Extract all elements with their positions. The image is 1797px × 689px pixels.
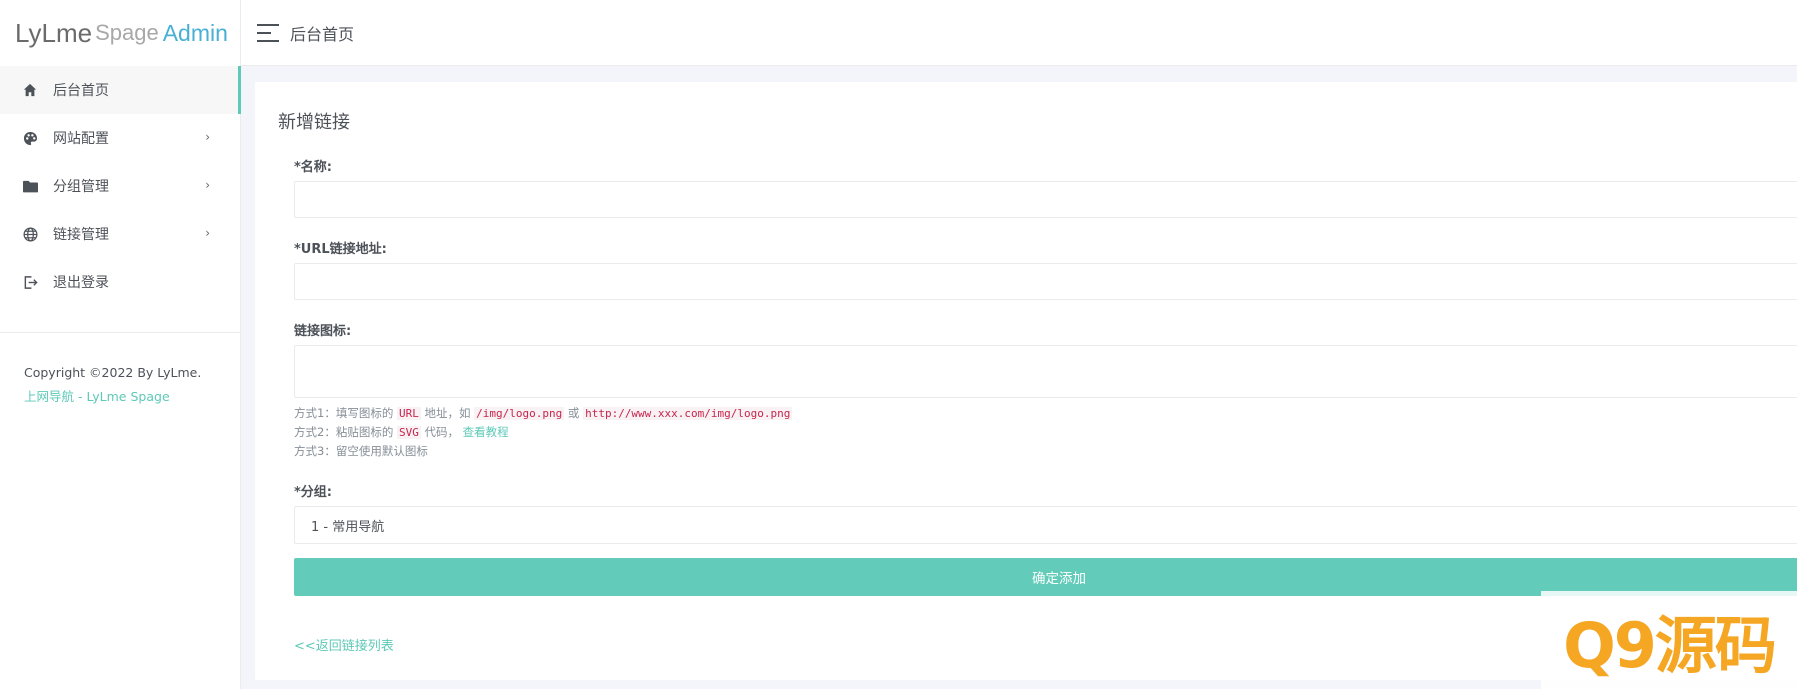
back-to-list-link[interactable]: <<返回链接列表 <box>294 639 394 654</box>
page-title: 后台首页 <box>290 24 355 44</box>
add-link-form: *名称: *URL链接地址: 链接图标: 方式1：填写图标的 URL 地址，如 … <box>294 156 1797 654</box>
icon-label: 链接图标: <box>294 324 352 339</box>
sidebar-item-label: 链接管理 <box>53 227 109 243</box>
globe-icon <box>22 226 38 242</box>
icon-group: 链接图标: 方式1：填写图标的 URL 地址，如 /img/logo.png 或… <box>294 320 1797 461</box>
logo-part3: Admin <box>162 19 228 46</box>
chevron-right-icon: › <box>205 130 210 144</box>
palette-icon <box>22 130 38 146</box>
copyright-text: Copyright ©2022 By LyLme. <box>24 365 202 380</box>
card-title: 新增链接 <box>278 112 350 133</box>
chevron-right-icon: › <box>205 226 210 240</box>
sidebar-item-group-manage[interactable]: 分组管理 › <box>0 162 240 210</box>
icon-textarea[interactable] <box>294 345 1797 398</box>
logout-icon <box>22 274 38 290</box>
sidebar-item-logout[interactable]: 退出登录 <box>0 258 240 306</box>
home-icon <box>22 82 38 98</box>
tutorial-link[interactable]: 查看教程 <box>463 425 509 439</box>
sidebar-divider <box>0 332 240 333</box>
sidebar-item-label: 网站配置 <box>53 131 109 147</box>
top-header: 后台首页 <box>241 0 1797 66</box>
name-group: *名称: <box>294 156 1797 218</box>
sidebar: LyLme Spage Admin 后台首页 网站配置 › 分组管理 › 链接管… <box>0 0 241 689</box>
folder-icon <box>22 178 38 194</box>
url-input[interactable] <box>294 263 1797 300</box>
icon-help: 方式1：填写图标的 URL 地址，如 /img/logo.png 或 http:… <box>294 404 1797 461</box>
help-way3: 方式3：留空使用默认图标 <box>294 444 428 458</box>
copyright: Copyright ©2022 By LyLme. 上网导航 - LyLme S… <box>24 361 201 409</box>
logo-part1: LyLme <box>15 17 93 48</box>
help-way1: 方式1：填写图标的 URL 地址，如 /img/logo.png 或 http:… <box>294 406 793 420</box>
watermark-text: Q9源码 <box>1563 609 1777 682</box>
chevron-right-icon: › <box>205 178 210 192</box>
sidebar-item-link-manage[interactable]: 链接管理 › <box>0 210 240 258</box>
url-label: *URL链接地址: <box>294 242 387 257</box>
copyright-link[interactable]: 上网导航 - LyLme Spage <box>24 389 170 404</box>
name-input[interactable] <box>294 181 1797 218</box>
sidebar-item-home[interactable]: 后台首页 <box>0 66 241 114</box>
group-select-group: *分组: 1 - 常用导航 <box>294 481 1797 544</box>
url-group: *URL链接地址: <box>294 238 1797 300</box>
group-select[interactable]: 1 - 常用导航 <box>294 506 1797 544</box>
menu-toggle-icon[interactable] <box>257 23 279 42</box>
sidebar-item-label: 后台首页 <box>53 83 109 99</box>
help-way2: 方式2：粘贴图标的 SVG 代码， 查看教程 <box>294 425 509 439</box>
sidebar-item-label: 分组管理 <box>53 179 109 195</box>
sidebar-menu: 后台首页 网站配置 › 分组管理 › 链接管理 › 退出登录 <box>0 66 241 306</box>
name-label: *名称: <box>294 160 332 175</box>
sidebar-item-label: 退出登录 <box>53 275 109 291</box>
group-label: *分组: <box>294 485 332 500</box>
logo[interactable]: LyLme Spage Admin <box>0 0 240 66</box>
logo-part2: Spage <box>95 20 159 45</box>
watermark-logo: Q9源码 <box>1541 591 1797 689</box>
sidebar-item-site-config[interactable]: 网站配置 › <box>0 114 240 162</box>
